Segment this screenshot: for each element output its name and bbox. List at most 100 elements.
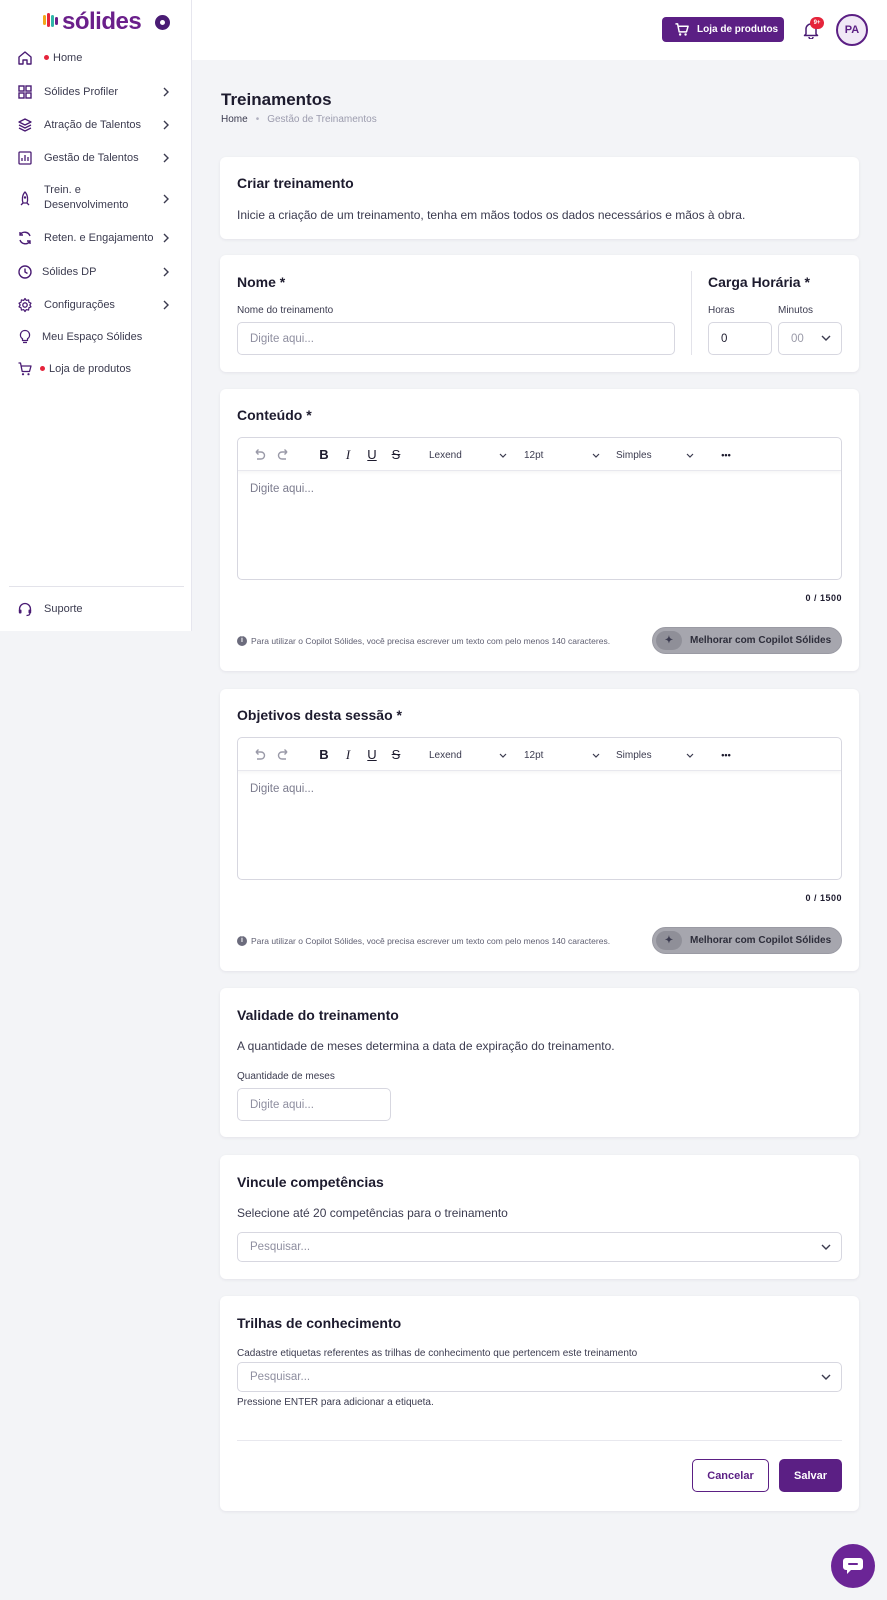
copilot-button-label: Melhorar com Copilot Sólides xyxy=(690,935,832,946)
sidebar-item-label: Sólides Profiler xyxy=(44,85,118,98)
name-workload-card: Nome * Nome do treinamento Digite aqui..… xyxy=(220,255,859,372)
home-icon xyxy=(18,51,32,65)
font-family-select[interactable]: Lexend xyxy=(423,746,513,765)
undo-icon[interactable] xyxy=(251,447,267,463)
chevron-down-icon xyxy=(686,453,694,458)
store-button[interactable]: Loja de produtos xyxy=(662,17,784,42)
redo-icon[interactable] xyxy=(276,447,292,463)
strikethrough-button[interactable]: S xyxy=(388,747,404,763)
content-rich-text-editor[interactable]: B I U S Lexend 12pt Simples ••• Digite a… xyxy=(237,437,842,580)
save-button[interactable]: Salvar xyxy=(779,1459,842,1492)
minutes-select[interactable]: 00 xyxy=(778,322,842,355)
logo-mark-icon xyxy=(43,13,58,27)
copilot-improve-button[interactable]: ✦ Melhorar com Copilot Sólides xyxy=(652,627,842,654)
training-name-input[interactable]: Digite aqui... xyxy=(237,322,675,355)
hours-label: Horas xyxy=(708,305,735,316)
knowledge-tracks-card: Trilhas de conhecimento Cadastre etiquet… xyxy=(220,1296,859,1511)
skills-title: Vincule competências xyxy=(237,1174,384,1190)
sidebar-item-label-line2: Desenvolvimento xyxy=(44,199,129,211)
sidebar-item-solides-dp[interactable]: Sólides DP xyxy=(0,264,192,280)
objectives-rich-text-editor[interactable]: B I U S Lexend 12pt Simples ••• Digite a… xyxy=(237,737,842,880)
cart-icon xyxy=(675,23,689,36)
font-family-select[interactable]: Lexend xyxy=(423,446,513,465)
sidebar-item-suporte[interactable]: Suporte xyxy=(0,601,192,617)
sidebar-item-label: Meu Espaço Sólides xyxy=(42,330,143,343)
new-indicator-dot xyxy=(40,365,45,371)
sparkle-icon: ✦ xyxy=(656,931,682,950)
sidebar-item-label: Configurações xyxy=(44,298,115,311)
sidebar-item-trein-desenvolvimento[interactable]: Trein. e Desenvolvimento xyxy=(0,183,192,215)
cancel-button[interactable]: Cancelar xyxy=(692,1459,769,1492)
layers-icon xyxy=(18,118,32,132)
tracks-hint: Pressione ENTER para adicionar a etiquet… xyxy=(237,1397,434,1408)
copilot-improve-button[interactable]: ✦ Melhorar com Copilot Sólides xyxy=(652,927,842,954)
store-button-label: Loja de produtos xyxy=(697,24,779,35)
line-spacing-select[interactable]: Simples xyxy=(610,746,700,765)
chat-support-button[interactable] xyxy=(831,1544,875,1588)
objectives-title: Objetivos desta sessão * xyxy=(237,707,402,723)
more-options-button[interactable]: ••• xyxy=(716,447,736,463)
refresh-icon xyxy=(19,231,31,245)
sidebar-item-reten-engajamento[interactable]: Reten. e Engajamento xyxy=(0,230,192,246)
chevron-right-icon xyxy=(163,267,169,277)
tracks-search-select[interactable]: Pesquisar... xyxy=(237,1362,842,1392)
breadcrumb: Home • Gestão de Treinamentos xyxy=(221,114,377,125)
bold-button[interactable]: B xyxy=(316,747,332,763)
strikethrough-button[interactable]: S xyxy=(388,447,404,463)
line-spacing-select[interactable]: Simples xyxy=(610,446,700,465)
chevron-right-icon xyxy=(163,233,169,243)
italic-button[interactable]: I xyxy=(340,747,356,763)
breadcrumb-home[interactable]: Home xyxy=(221,114,248,125)
font-size-select[interactable]: 12pt xyxy=(518,746,606,765)
headset-icon xyxy=(18,602,32,617)
copilot-button-label: Melhorar com Copilot Sólides xyxy=(690,635,832,646)
editor-toolbar: B I U S Lexend 12pt Simples ••• xyxy=(238,438,841,471)
redo-icon[interactable] xyxy=(276,747,292,763)
italic-button[interactable]: I xyxy=(340,447,356,463)
sidebar-divider xyxy=(9,586,184,587)
chevron-right-icon xyxy=(163,153,169,163)
sidebar-item-solides-profiler[interactable]: Sólides Profiler xyxy=(0,84,192,100)
page-title: Treinamentos xyxy=(221,90,332,109)
name-field-label: Nome do treinamento xyxy=(237,305,334,316)
sidebar-item-atracao-de-talentos[interactable]: Atração de Talentos xyxy=(0,117,192,133)
more-options-button[interactable]: ••• xyxy=(716,747,736,763)
copilot-info-text: Para utilizar o Copilot Sólides, você pr… xyxy=(251,936,611,946)
sidebar-item-label: Gestão de Talentos xyxy=(44,151,139,164)
clock-icon xyxy=(18,265,32,279)
months-input[interactable]: Digite aqui... xyxy=(237,1088,391,1121)
validity-card: Validade do treinamento A quantidade de … xyxy=(220,988,859,1137)
sidebar-item-meu-espaco-solides[interactable]: Meu Espaço Sólides xyxy=(0,329,192,345)
sidebar-item-configuracoes[interactable]: Configurações xyxy=(0,297,192,313)
chevron-down-icon xyxy=(499,453,507,458)
font-size-select[interactable]: 12pt xyxy=(518,446,606,465)
sidebar-item-label-line1: Trein. e xyxy=(44,184,81,196)
validity-title: Validade do treinamento xyxy=(237,1007,399,1023)
underline-button[interactable]: U xyxy=(364,447,380,463)
card-description: Inicie a criação de um treinamento, tenh… xyxy=(237,208,746,222)
validity-description: A quantidade de meses determina a data d… xyxy=(237,1039,615,1053)
copilot-info: i Para utilizar o Copilot Sólides, você … xyxy=(237,936,610,946)
bold-button[interactable]: B xyxy=(316,447,332,463)
avatar[interactable]: PA xyxy=(836,14,868,46)
copilot-info: i Para utilizar o Copilot Sólides, você … xyxy=(237,636,610,646)
sidebar-item-gestao-de-talentos[interactable]: Gestão de Talentos xyxy=(0,150,192,166)
bar-chart-icon xyxy=(18,151,32,165)
copilot-info-text: Para utilizar o Copilot Sólides, você pr… xyxy=(251,636,611,646)
editor-placeholder: Digite aqui... xyxy=(250,783,314,795)
skills-card: Vincule competências Selecione até 20 co… xyxy=(220,1155,859,1279)
sidebar-item-home[interactable]: Home xyxy=(0,50,192,66)
notification-badge: 9+ xyxy=(810,17,824,29)
undo-icon[interactable] xyxy=(251,747,267,763)
sidebar-item-label: Suporte xyxy=(44,602,83,615)
collapse-sidebar-button[interactable] xyxy=(155,15,170,30)
skills-search-select[interactable]: Pesquisar... xyxy=(237,1232,842,1262)
sidebar-item-label: Reten. e Engajamento xyxy=(44,231,154,244)
sidebar-item-loja-de-produtos[interactable]: Loja de produtos xyxy=(0,361,192,377)
rocket-icon xyxy=(20,191,30,206)
sparkle-icon: ✦ xyxy=(656,631,682,650)
content-title: Conteúdo * xyxy=(237,407,312,423)
workload-title: Carga Horária * xyxy=(708,274,810,290)
hours-input[interactable]: 0 xyxy=(708,322,772,355)
underline-button[interactable]: U xyxy=(364,747,380,763)
